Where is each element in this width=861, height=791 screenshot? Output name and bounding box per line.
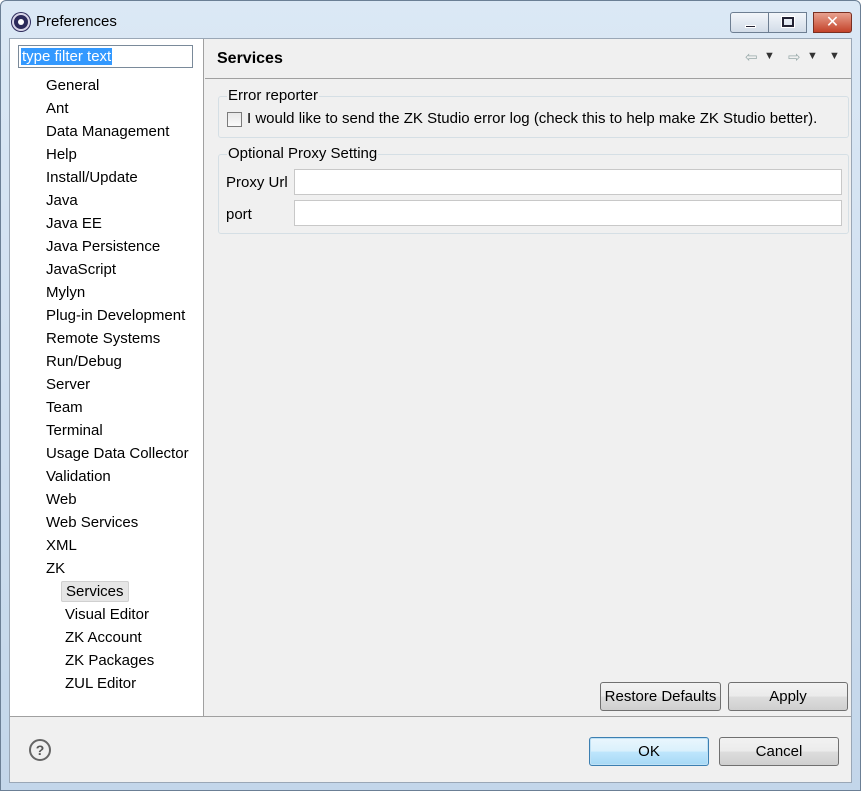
tree-item-label: Usage Data Collector — [46, 445, 189, 462]
tree-item-label: Terminal — [46, 422, 103, 439]
tree-item-label: Plug-in Development — [46, 307, 186, 324]
tree-item-label: ZK Packages — [65, 652, 155, 669]
tree-item-label: Web — [46, 491, 77, 508]
tree-item-remote-systems[interactable]: Remote Systems — [10, 327, 203, 350]
title-bar[interactable]: Preferences ✕ — [1, 1, 860, 39]
send-error-log-label[interactable]: I would like to send the ZK Studio error… — [247, 110, 817, 127]
tree-item-label: ZK Account — [65, 629, 142, 646]
tree-item-zul-editor[interactable]: ZUL Editor — [10, 672, 203, 695]
close-button[interactable]: ✕ — [813, 12, 852, 33]
tree-item-xml[interactable]: XML — [10, 534, 203, 557]
help-icon[interactable]: ? — [29, 739, 51, 761]
preference-page: Services ⇦ ▼ ⇨ ▼ ▼ Error reporter I woul… — [205, 39, 851, 716]
tree-item-run-debug[interactable]: Run/Debug — [10, 350, 203, 373]
error-reporter-group: Error reporter I would like to send the … — [218, 87, 849, 138]
tree-item-ant[interactable]: Ant — [10, 97, 203, 120]
tree-item-label: Remote Systems — [46, 330, 161, 347]
tree-item-label: General — [46, 77, 100, 94]
back-arrow-icon[interactable]: ⇦ — [745, 48, 758, 66]
tree-item-label: Services — [61, 581, 129, 602]
port-label: port — [226, 206, 252, 223]
filter-text: type filter text — [21, 48, 113, 65]
tree-item-mylyn[interactable]: Mylyn — [10, 281, 203, 304]
forward-dropdown-icon[interactable]: ▼ — [807, 50, 818, 62]
page-title: Services — [217, 50, 283, 67]
proxy-url-input[interactable] — [294, 169, 842, 195]
error-reporter-group-label: Error reporter — [227, 87, 320, 104]
tree-item-label: ZUL Editor — [65, 675, 137, 692]
preferences-sidebar: type filter text General Ant Data Manage… — [10, 39, 204, 716]
tree-item-label: XML — [46, 537, 77, 554]
tree-item-zk-packages[interactable]: ZK Packages — [10, 649, 203, 672]
tree-item-zk[interactable]: ZK — [10, 557, 203, 580]
minimize-icon — [745, 25, 756, 28]
proxy-setting-group: Optional Proxy Setting Proxy Url port — [218, 145, 849, 234]
tree-item-label: Team — [46, 399, 83, 416]
tree-item-help[interactable]: Help — [10, 143, 203, 166]
tree-item-team[interactable]: Team — [10, 396, 203, 419]
dialog-button-bar: ? OK Cancel — [10, 716, 851, 782]
tree-item-server[interactable]: Server — [10, 373, 203, 396]
page-header: Services ⇦ ▼ ⇨ ▼ ▼ — [205, 39, 851, 79]
tree-item-general[interactable]: General — [10, 74, 203, 97]
tree-item-label: Visual Editor — [65, 606, 149, 623]
tree-item-zk-account[interactable]: ZK Account — [10, 626, 203, 649]
send-error-log-checkbox[interactable] — [227, 112, 242, 127]
tree-item-terminal[interactable]: Terminal — [10, 419, 203, 442]
tree-item-web-services[interactable]: Web Services — [10, 511, 203, 534]
eclipse-icon — [12, 13, 30, 31]
tree-item-validation[interactable]: Validation — [10, 465, 203, 488]
tree-item-label: Java EE — [46, 215, 102, 232]
close-icon: ✕ — [825, 14, 840, 31]
maximize-button[interactable] — [768, 12, 807, 33]
tree-item-label: Web Services — [46, 514, 139, 531]
tree-item-usage-data-collector[interactable]: Usage Data Collector — [10, 442, 203, 465]
tree-item-label: Install/Update — [46, 169, 138, 186]
dialog-client-area: type filter text General Ant Data Manage… — [9, 38, 852, 783]
tree-item-label: Java Persistence — [46, 238, 161, 255]
restore-defaults-button[interactable]: Restore Defaults — [600, 682, 721, 711]
cancel-button[interactable]: Cancel — [719, 737, 839, 766]
ok-button[interactable]: OK — [589, 737, 709, 766]
tree-item-java-ee[interactable]: Java EE — [10, 212, 203, 235]
minimize-button[interactable] — [730, 12, 769, 33]
tree-item-install-update[interactable]: Install/Update — [10, 166, 203, 189]
tree-item-label: Java — [46, 192, 78, 209]
tree-item-label: Server — [46, 376, 91, 393]
proxy-group-label: Optional Proxy Setting — [227, 145, 379, 162]
tree-item-java-persistence[interactable]: Java Persistence — [10, 235, 203, 258]
tree-item-label: Data Management — [46, 123, 170, 140]
tree-item-data-management[interactable]: Data Management — [10, 120, 203, 143]
window-title: Preferences — [36, 13, 117, 30]
preferences-window: Preferences ✕ type filter text General A… — [0, 0, 861, 791]
tree-item-javascript[interactable]: JavaScript — [10, 258, 203, 281]
view-menu-icon[interactable]: ▼ — [829, 50, 840, 62]
tree-item-java[interactable]: Java — [10, 189, 203, 212]
preferences-tree: General Ant Data Management Help Install… — [10, 74, 203, 695]
forward-arrow-icon[interactable]: ⇨ — [788, 48, 801, 66]
tree-item-label: Help — [46, 146, 77, 163]
tree-item-label: JavaScript — [46, 261, 117, 278]
apply-button[interactable]: Apply — [728, 682, 848, 711]
tree-item-zk-services[interactable]: Services — [10, 580, 203, 603]
filter-input[interactable]: type filter text — [18, 45, 193, 68]
tree-item-web[interactable]: Web — [10, 488, 203, 511]
maximize-icon — [782, 17, 794, 27]
tree-item-label: Mylyn — [46, 284, 86, 301]
proxy-url-label: Proxy Url — [226, 174, 288, 191]
tree-item-label: Ant — [46, 100, 69, 117]
tree-item-label: Run/Debug — [46, 353, 122, 370]
tree-item-label: ZK — [46, 560, 66, 577]
back-dropdown-icon[interactable]: ▼ — [764, 50, 775, 62]
tree-item-label: Validation — [46, 468, 111, 485]
tree-item-plugin-development[interactable]: Plug-in Development — [10, 304, 203, 327]
tree-item-zk-visual-editor[interactable]: Visual Editor — [10, 603, 203, 626]
port-input[interactable] — [294, 200, 842, 226]
